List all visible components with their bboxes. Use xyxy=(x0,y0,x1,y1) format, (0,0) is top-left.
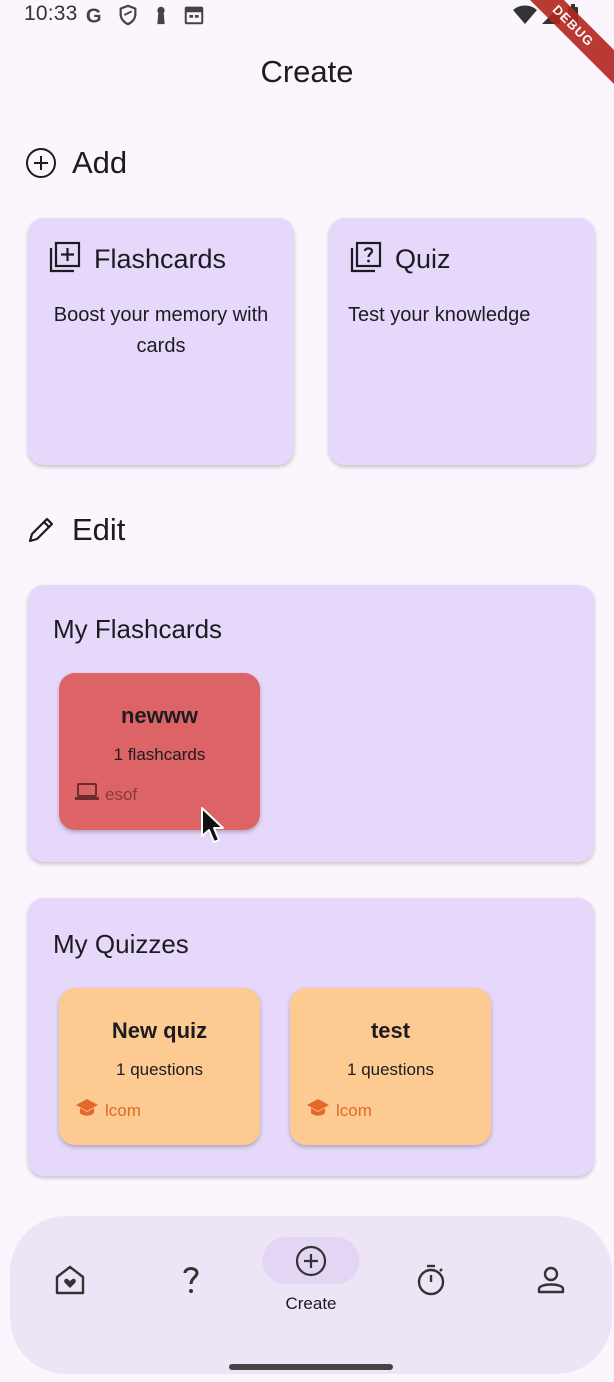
school-icon xyxy=(306,1098,330,1123)
quiz-tile[interactable]: New quiz 1 questions lcom xyxy=(59,988,260,1145)
person-icon xyxy=(531,1260,571,1300)
flashcard-set-tag-label: esof xyxy=(105,784,138,804)
quiz-tag: lcom xyxy=(75,1098,141,1123)
page-title: Create xyxy=(260,54,354,89)
keyhole-icon xyxy=(150,4,172,31)
flashcards-card-title: Flashcards xyxy=(94,244,227,274)
quiz-tag: lcom xyxy=(306,1098,372,1123)
quiz-card-title: Quiz xyxy=(395,244,451,274)
shield-icon xyxy=(117,4,139,31)
create-flashcards-card[interactable]: Flashcards Boost your memory with cards xyxy=(28,218,294,465)
quiz-tag-label: lcom xyxy=(336,1100,372,1120)
add-circle-icon xyxy=(24,146,58,180)
timer-icon xyxy=(411,1260,451,1300)
pencil-icon xyxy=(24,513,58,547)
add-section-header: Add xyxy=(24,143,127,183)
laptop-icon xyxy=(75,783,99,806)
quiz-name: New quiz xyxy=(111,1018,208,1043)
status-bar: 10:33 G DEBUG xyxy=(0,0,614,88)
nav-item-home[interactable] xyxy=(20,1216,120,1326)
quiz-card-description: Test your knowledge xyxy=(348,304,531,326)
flashcard-set-tile[interactable]: newww 1 flashcards esof xyxy=(59,673,260,830)
my-flashcards-card: My Flashcards newww 1 flashcards esof xyxy=(28,585,594,862)
quiz-tile[interactable]: test 1 questions lcom xyxy=(290,988,491,1145)
create-screen: 10:33 G DEBUG Create Add Flashcards Boos… xyxy=(0,0,614,1382)
school-icon xyxy=(75,1098,99,1123)
nav-item-create[interactable]: Create xyxy=(261,1216,361,1326)
nav-item-timer[interactable] xyxy=(381,1216,481,1326)
svg-text:G: G xyxy=(86,5,102,26)
status-time: 10:33 xyxy=(24,2,78,25)
edit-section-label: Edit xyxy=(72,512,126,547)
flashcard-set-name: newww xyxy=(120,703,198,728)
nav-label-create: Create xyxy=(285,1294,337,1313)
flashcard-set-tag: esof xyxy=(75,783,137,806)
create-quiz-card[interactable]: Quiz Test your knowledge xyxy=(329,218,595,465)
add-circle-icon xyxy=(291,1241,331,1281)
home-indicator[interactable] xyxy=(229,1364,393,1370)
add-section-label: Add xyxy=(72,145,128,180)
bottom-navigation: Create xyxy=(10,1216,612,1374)
quiz-question-count: 1 questions xyxy=(347,1060,434,1079)
quiz-question-count: 1 questions xyxy=(116,1060,203,1079)
wifi-icon xyxy=(512,4,538,31)
calendar-icon xyxy=(183,4,205,31)
mouse-cursor-icon xyxy=(200,806,226,846)
my-quizzes-card: My Quizzes New quiz 1 questions lcom tes… xyxy=(28,898,594,1176)
edit-section-header: Edit xyxy=(24,510,125,550)
google-icon: G xyxy=(84,4,106,31)
question-mark-icon xyxy=(171,1260,211,1300)
flashcards-card-description: Boost your memory with cards xyxy=(53,304,269,357)
library-add-icon xyxy=(48,240,82,279)
quiz-name: test xyxy=(370,1018,411,1043)
flashcard-set-count: 1 flashcards xyxy=(113,745,206,764)
nav-item-profile[interactable] xyxy=(501,1216,601,1326)
quiz-tag-label: lcom xyxy=(105,1100,141,1120)
quiz-icon xyxy=(349,240,383,279)
home-heart-icon xyxy=(50,1260,90,1300)
my-quizzes-title: My Quizzes xyxy=(53,929,189,959)
my-flashcards-title: My Flashcards xyxy=(53,614,223,644)
nav-item-questions[interactable] xyxy=(141,1216,241,1326)
